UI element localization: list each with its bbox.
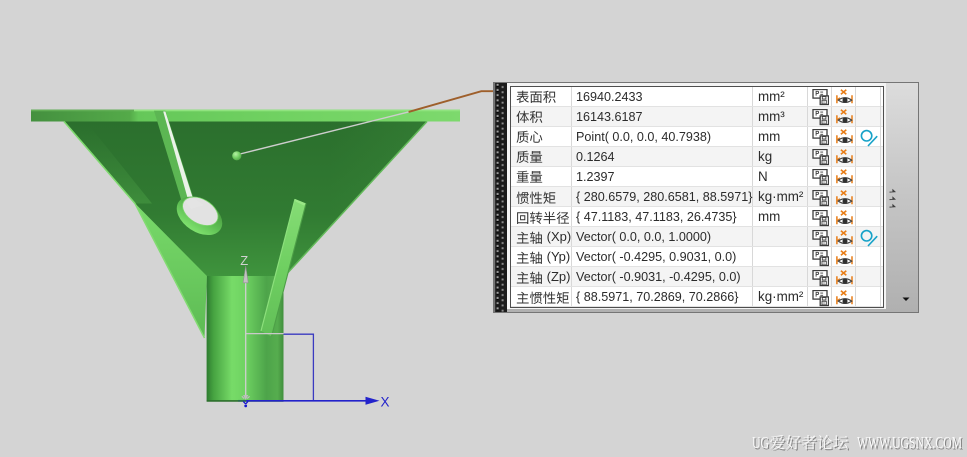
svg-text:UG: UG	[752, 433, 769, 452]
svg-text:WWW.UGSNX.COM: WWW.UGSNX.COM	[857, 433, 962, 452]
svg-text:X: X	[381, 395, 390, 410]
svg-text:Z: Z	[240, 253, 248, 268]
